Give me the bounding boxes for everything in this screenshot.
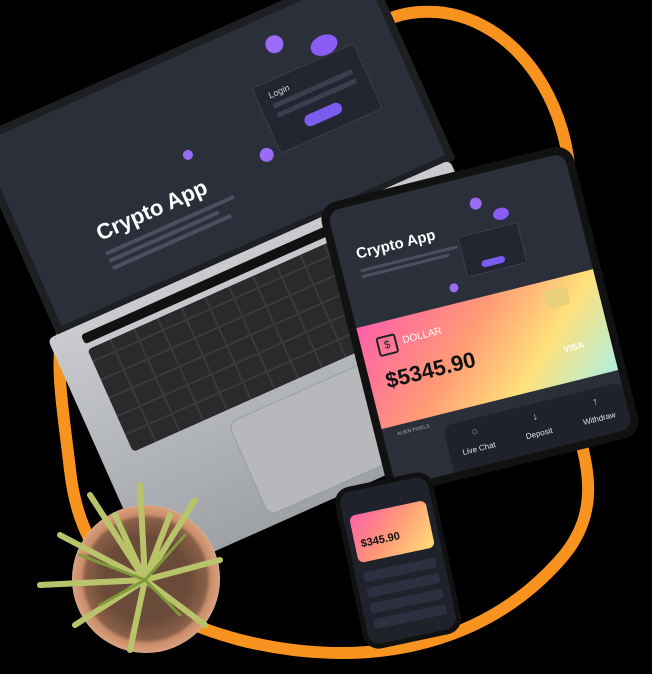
plant-leaves-icon [37, 482, 223, 653]
balance-card[interactable]: $345.90 [348, 500, 436, 564]
decor-circle [491, 206, 511, 222]
login-card[interactable] [457, 222, 528, 278]
decor-circle [257, 145, 276, 165]
card-brand: VISA [562, 339, 586, 355]
card-chip-icon [543, 286, 571, 310]
login-button[interactable] [480, 255, 506, 268]
balance-amount: $5345.90 [382, 346, 479, 394]
login-button[interactable] [302, 100, 344, 129]
decor-circle [448, 282, 460, 294]
potted-plant [20, 475, 230, 655]
decor-circle [468, 196, 483, 211]
decor-circle [181, 148, 195, 162]
login-card[interactable]: Login [251, 42, 383, 155]
card-holder: ALIEN PIXELS [396, 423, 431, 438]
balance-amount: $345.90 [359, 530, 402, 551]
dollar-icon: $ [375, 333, 400, 358]
currency-label: DOLLAR [401, 325, 443, 347]
decor-circle [262, 32, 287, 57]
